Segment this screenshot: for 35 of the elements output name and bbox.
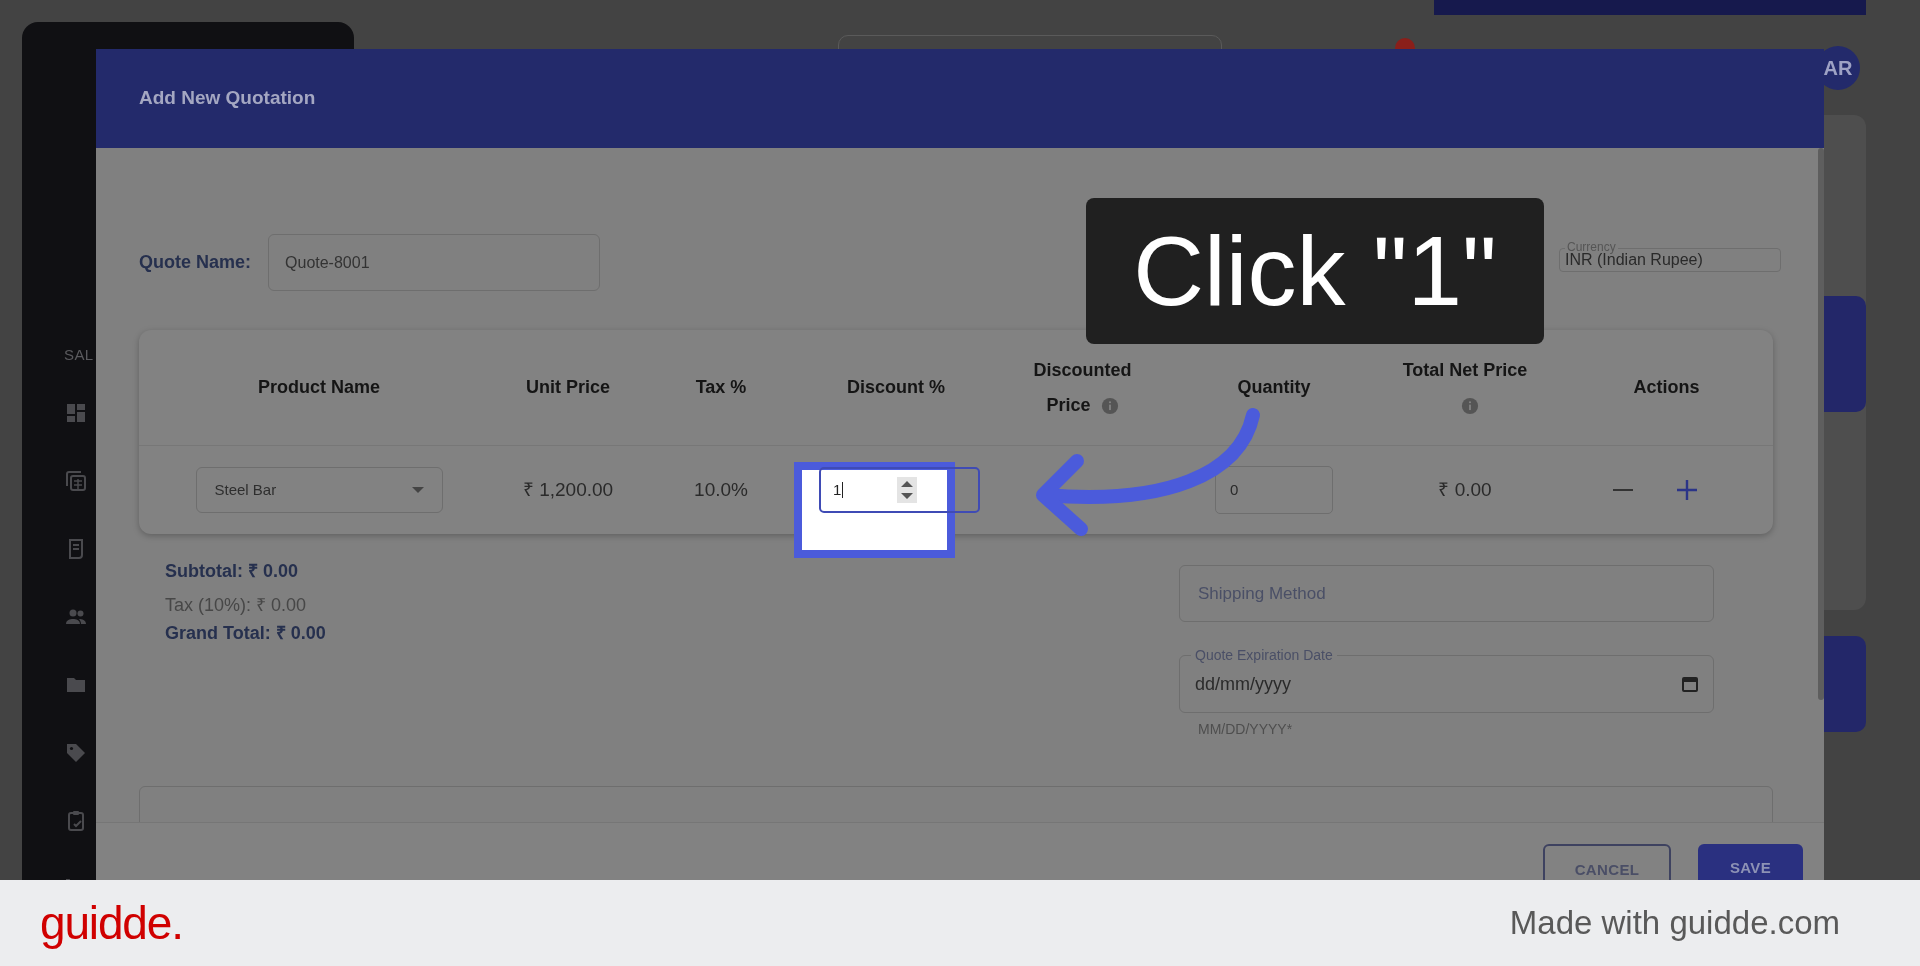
caret-icon: [411, 487, 424, 493]
spinner-icon: [897, 477, 917, 503]
callout-text: Click "1": [1133, 222, 1497, 320]
column-header: Unit Price: [526, 377, 610, 397]
column-header: Product Name: [258, 377, 380, 397]
column-header: Discounted Price: [1033, 359, 1132, 415]
currency-value: INR (Indian Rupee): [1565, 251, 1703, 270]
quantity-field[interactable]: 0: [1215, 466, 1333, 514]
credit-text: Made with guidde.com: [1509, 903, 1840, 944]
plus-icon: [1676, 479, 1698, 501]
dialog-title: Add New Quotation: [139, 86, 316, 111]
save-button[interactable]: SAVE: [1698, 844, 1803, 880]
table-cell-text: 10.0%: [694, 477, 748, 502]
add-button[interactable]: [1676, 479, 1698, 501]
field-label: Currency: [1565, 240, 1618, 254]
calculator-icon: [64, 468, 88, 493]
minus-icon: [1612, 489, 1634, 491]
calendar-icon: [1682, 676, 1698, 692]
tax-text: Tax (10%): ₹ 0.00: [165, 594, 308, 617]
date-value: dd/mm/yyyy: [1195, 672, 1291, 696]
column-header: Tax %: [695, 377, 747, 397]
grand-total-text: Grand Total: ₹ 0.00: [165, 622, 326, 645]
section-label: SAL: [64, 345, 95, 365]
column-header: Total Net Price: [1402, 360, 1528, 380]
field-label: Quote Name:: [139, 251, 252, 274]
quote-name-field[interactable]: Quote-8001: [268, 234, 601, 291]
table-cell-text: ₹ 0.00: [1438, 477, 1492, 502]
scrollbar[interactable]: [1818, 148, 1824, 700]
table-cell-text: ₹ 1,200.00: [522, 477, 614, 502]
column-header: Discount %: [847, 377, 945, 397]
column-header: Quantity: [1237, 377, 1311, 397]
discount-field[interactable]: 1: [819, 467, 980, 513]
product-select[interactable]: Steel Bar: [195, 467, 443, 513]
column-header: Actions: [1633, 377, 1700, 397]
subtotal-text: Subtotal: ₹ 0.00: [165, 560, 300, 583]
